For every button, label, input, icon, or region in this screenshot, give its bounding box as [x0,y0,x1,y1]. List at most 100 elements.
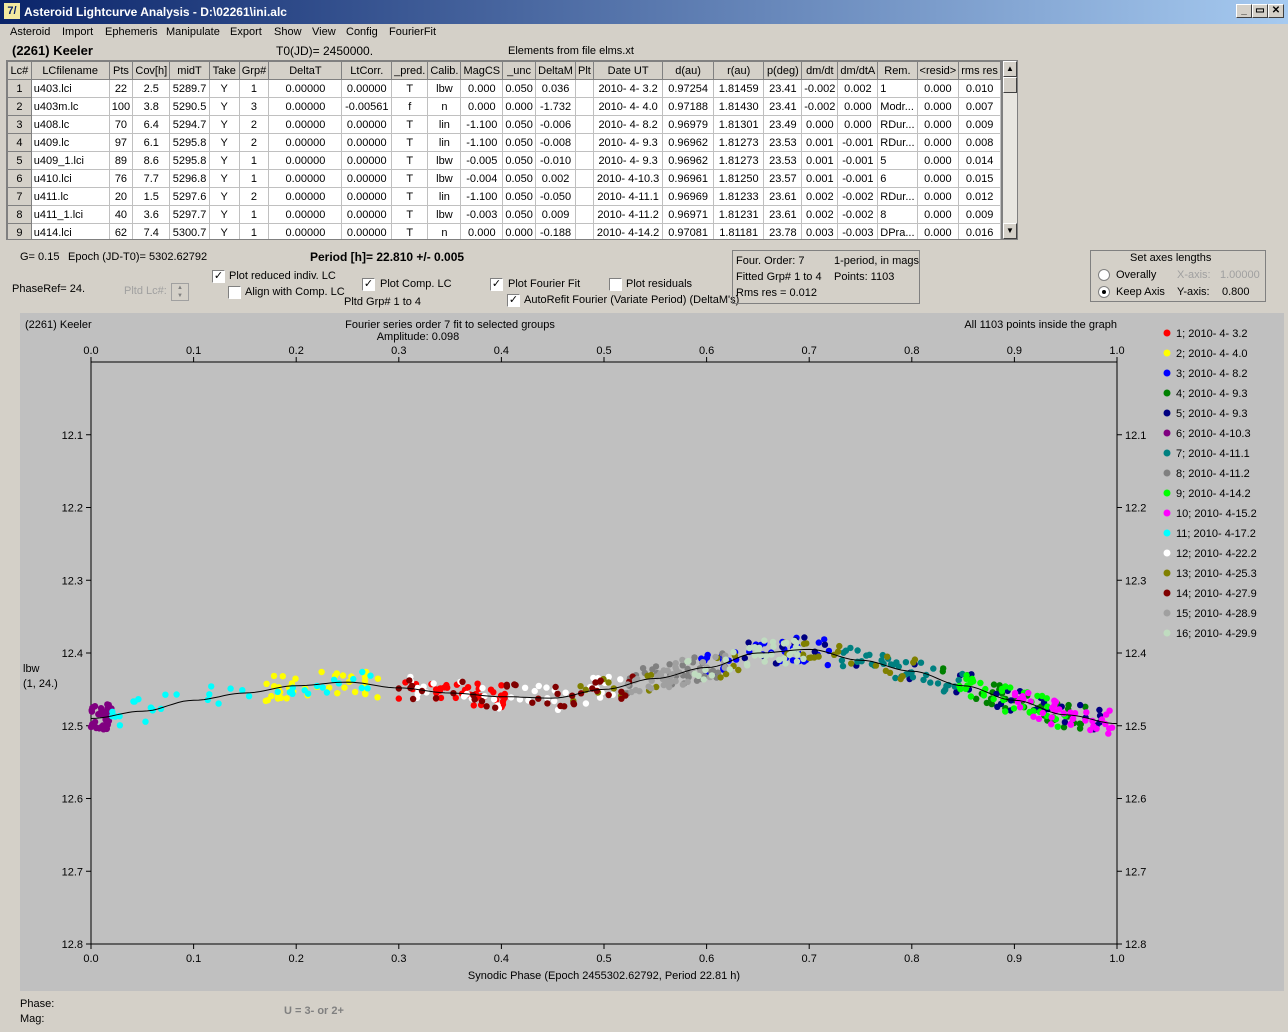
table-cell[interactable]: 0.009 [535,205,577,224]
table-cell[interactable]: 76 [108,169,134,188]
table-cell[interactable]: 23.53 [763,151,803,170]
table-cell[interactable]: 3 [238,97,270,116]
table-cell[interactable]: Modr... [877,97,918,116]
table-cell[interactable]: 1.81233 [712,187,765,206]
table-row[interactable]: 8 u411_1.lci 40 3.6 5297.7 Y 1 0.00000 0.00000 Tl… [7,205,1001,224]
menu-config[interactable]: Config [346,26,378,38]
table-cell[interactable]: 0.00000 [341,133,393,152]
table-cell[interactable]: 89 [108,151,134,170]
table-cell[interactable]: Y [208,133,240,152]
table-cell[interactable]: Y [208,79,240,98]
table-row[interactable]: 2 u403m.lc 100 3.8 5290.5 Y 3 0.00000 -0.00561 f n… [7,97,1001,116]
table-cell[interactable]: u408.lc [30,115,110,134]
plot-comp-checkbox[interactable]: ✓ [362,278,375,291]
menu-manipulate[interactable]: Manipulate [166,26,220,38]
keep-axis-radio[interactable] [1098,286,1110,298]
autorefit-checkbox[interactable]: ✓ [507,294,520,307]
table-cell[interactable]: -1.100 [460,133,504,152]
table-cell[interactable]: 0.050 [502,151,537,170]
table-cell[interactable]: 2010- 4- 9.3 [592,151,664,170]
table-cell[interactable]: -0.002 [837,205,879,224]
table-cell[interactable] [575,205,594,224]
column-header[interactable]: MagCS [460,61,504,80]
table-cell[interactable]: 4 [7,133,32,152]
table-cell[interactable]: 1.81301 [712,115,765,134]
table-cell[interactable]: 0.014 [958,151,1001,170]
table-cell[interactable]: 1.81250 [712,169,765,188]
table-cell[interactable]: 1.81459 [712,79,765,98]
table-cell[interactable] [575,223,594,239]
table-cell[interactable]: 0.003 [801,223,839,239]
table-cell[interactable]: 0.00000 [268,115,343,134]
table-cell[interactable]: 0.000 [502,97,537,116]
table-cell[interactable]: 0.00000 [268,187,343,206]
overally-radio[interactable] [1098,269,1110,281]
table-cell[interactable]: Y [208,151,240,170]
table-cell[interactable]: 2 [238,187,270,206]
table-cell[interactable]: 2.5 [132,79,171,98]
table-cell[interactable]: 0.96962 [662,133,714,152]
table-cell[interactable]: 23.57 [763,169,803,188]
table-cell[interactable]: 0.00000 [268,205,343,224]
table-row[interactable]: 9 u414.lci 62 7.4 5300.7 Y 1 0.00000 0.00000 Tn 0.… [7,223,1001,239]
scroll-down-icon[interactable]: ▼ [1003,223,1017,239]
table-cell[interactable]: f [391,97,429,116]
table-cell[interactable]: 0.000 [916,115,960,134]
table-cell[interactable]: 0.036 [535,79,577,98]
minimize-button[interactable]: _ [1236,4,1252,18]
table-cell[interactable]: -0.001 [837,151,879,170]
table-cell[interactable]: 8.6 [132,151,171,170]
table-cell[interactable]: 8 [877,205,918,224]
table-cell[interactable]: 1 [238,169,270,188]
table-cell[interactable]: 0.050 [502,169,537,188]
table-cell[interactable]: 1 [238,151,270,170]
table-cell[interactable]: 0.015 [958,169,1001,188]
column-header[interactable]: r(au) [712,61,765,80]
column-header[interactable]: LtCorr. [341,61,393,80]
table-cell[interactable]: 0.97188 [662,97,714,116]
table-cell[interactable]: T [391,151,429,170]
table-cell[interactable]: lbw [427,79,462,98]
menu-ephemeris[interactable]: Ephemeris [105,26,158,38]
table-cell[interactable]: 40 [108,205,134,224]
plot-residuals-checkbox[interactable] [609,278,622,291]
table-cell[interactable]: 0.000 [837,97,879,116]
table-cell[interactable]: -0.006 [535,115,577,134]
table-cell[interactable]: 0.001 [801,151,839,170]
table-cell[interactable]: 2010- 4-11.2 [592,205,664,224]
table-cell[interactable]: 2010- 4-11.1 [592,187,664,206]
table-cell[interactable]: 2 [7,97,32,116]
table-cell[interactable]: 0.008 [958,133,1001,152]
table-cell[interactable]: 0.00000 [341,151,393,170]
column-header[interactable]: Pts [108,61,134,80]
table-cell[interactable]: 0.00000 [268,151,343,170]
table-cell[interactable]: 0.000 [837,115,879,134]
table-cell[interactable]: 0.00000 [341,79,393,98]
lightcurve-plot[interactable]: (2261) Keeler Fourier series order 7 fit… [20,313,1284,991]
table-cell[interactable]: 23.78 [763,223,803,239]
table-cell[interactable]: u403.lci [30,79,110,98]
column-header[interactable]: Calib. [427,61,462,80]
table-cell[interactable]: 1 [877,79,918,98]
table-cell[interactable]: 0.000 [916,97,960,116]
table-cell[interactable]: 22 [108,79,134,98]
table-cell[interactable]: 0.000 [460,223,504,239]
table-cell[interactable]: 0.050 [502,115,537,134]
table-cell[interactable]: 5297.6 [169,187,210,206]
table-cell[interactable]: 0.96979 [662,115,714,134]
table-cell[interactable]: 62 [108,223,134,239]
scroll-thumb[interactable] [1003,77,1017,93]
table-cell[interactable]: 0.012 [958,187,1001,206]
table-cell[interactable]: T [391,79,429,98]
table-cell[interactable]: 0.96961 [662,169,714,188]
table-cell[interactable]: 1.5 [132,187,171,206]
table-cell[interactable]: 23.61 [763,205,803,224]
table-cell[interactable]: -0.003 [837,223,879,239]
menu-export[interactable]: Export [230,26,262,38]
table-cell[interactable]: Y [208,169,240,188]
table-cell[interactable]: 0.050 [502,205,537,224]
table-cell[interactable]: 0.00000 [268,97,343,116]
column-header[interactable]: Cov[h] [132,61,171,80]
table-cell[interactable]: 7.4 [132,223,171,239]
table-cell[interactable]: 0.00000 [341,187,393,206]
